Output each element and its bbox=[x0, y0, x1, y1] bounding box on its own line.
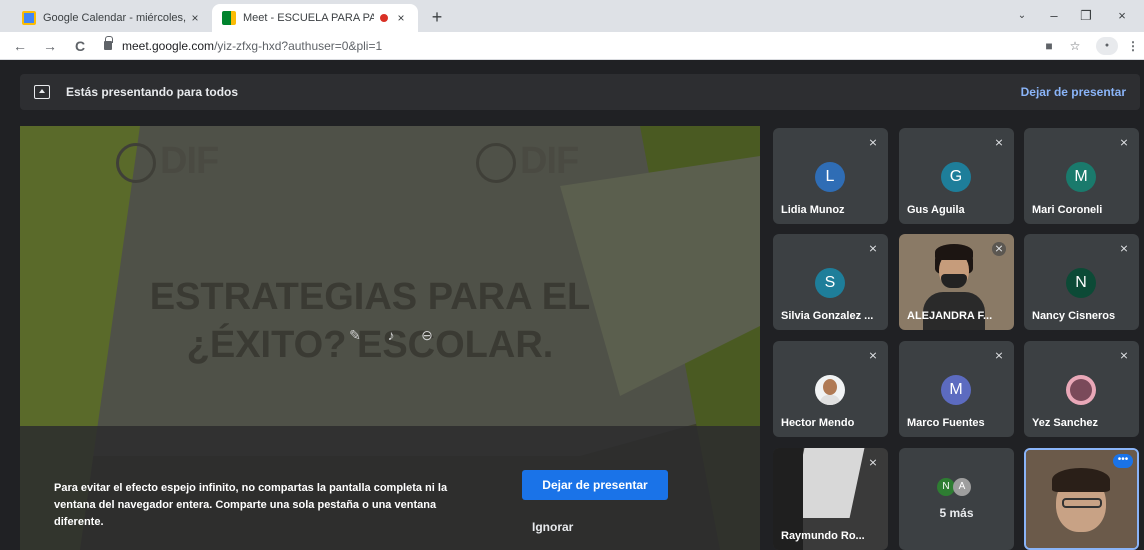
mic-off-icon: ⨯ bbox=[1119, 243, 1129, 255]
url-host: meet.google.com bbox=[122, 39, 215, 53]
pin-icon[interactable]: ✎ bbox=[346, 326, 364, 344]
participant-tile[interactable]: ⨯ S Silvia Gonzalez ... bbox=[773, 234, 888, 330]
mic-off-icon: ⨯ bbox=[1119, 137, 1129, 149]
tab-google-meet[interactable]: Meet - ESCUELA PARA PADR × bbox=[212, 4, 418, 32]
lock-icon[interactable] bbox=[104, 36, 113, 50]
participant-tile[interactable]: ⨯ Yez Sanchez bbox=[1024, 341, 1139, 437]
mic-off-icon: ⨯ bbox=[868, 243, 878, 255]
participant-name: Nancy Cisneros bbox=[1032, 310, 1116, 322]
forward-button[interactable]: → bbox=[40, 36, 60, 56]
url-path: /yiz-zfxg-hxd?authuser=0&pli=1 bbox=[214, 39, 383, 53]
camera-icon[interactable]: ■ bbox=[1040, 37, 1058, 55]
reload-button[interactable]: C bbox=[70, 36, 90, 56]
menu-icon[interactable]: ⋮ bbox=[1124, 37, 1142, 55]
slide-title-line-1: ESTRATEGIAS PARA EL bbox=[149, 276, 591, 318]
infinite-mirror-tip: Para evitar el efecto espejo infinito, n… bbox=[54, 482, 448, 528]
avatar: G bbox=[941, 162, 971, 192]
maximize-button[interactable]: ❐ bbox=[1072, 6, 1100, 26]
avatar: M bbox=[1066, 162, 1096, 192]
participant-video bbox=[935, 244, 973, 260]
participant-name: Mari Coroneli bbox=[1032, 204, 1103, 216]
participant-tile[interactable]: ⨯ N Nancy Cisneros bbox=[1024, 234, 1139, 330]
participant-video-tile[interactable]: ⨯ ALEJANDRA F... bbox=[899, 234, 1014, 330]
ignore-button[interactable]: Ignorar bbox=[532, 520, 573, 534]
shared-screen: DIF DIF ESTRATEGIAS PARA EL ¿ÉXITO? ESCO… bbox=[20, 126, 760, 550]
profile-icon[interactable]: ● bbox=[1096, 37, 1118, 55]
avatar: L bbox=[815, 162, 845, 192]
mic-off-icon: ⨯ bbox=[1119, 350, 1129, 362]
seal-icon bbox=[116, 142, 156, 183]
avatar: S bbox=[815, 268, 845, 298]
present-screen-icon bbox=[34, 85, 50, 99]
participant-name: Silvia Gonzalez ... bbox=[781, 310, 874, 322]
mic-off-icon: ⨯ bbox=[868, 457, 878, 469]
participant-name: Raymundo Ro... bbox=[781, 530, 865, 542]
tab-google-calendar[interactable]: Google Calendar - miércoles, 24 × bbox=[12, 4, 212, 32]
more-participants-avatars: N A bbox=[937, 478, 971, 496]
self-video bbox=[1052, 468, 1110, 492]
minimize-button[interactable]: – bbox=[1040, 6, 1068, 26]
participant-name: ALEJANDRA F... bbox=[907, 310, 993, 322]
participant-video bbox=[941, 274, 967, 288]
presenting-banner: Estás presentando para todos Dejar de pr… bbox=[20, 74, 1140, 110]
stop-presenting-button[interactable]: Dejar de presentar bbox=[522, 470, 668, 500]
stop-presenting-link[interactable]: Dejar de presentar bbox=[1021, 85, 1126, 99]
more-participants-tile[interactable]: N A 5 más bbox=[899, 448, 1014, 550]
participant-name: Gus Aguila bbox=[907, 204, 965, 216]
url-field[interactable]: meet.google.com/yiz-zfxg-hxd?authuser=0&… bbox=[122, 39, 382, 53]
more-participants-count: 5 más bbox=[939, 506, 974, 520]
remove-icon[interactable]: ⊖ bbox=[418, 326, 436, 344]
participant-name: Yez Sanchez bbox=[1032, 417, 1099, 429]
browser-tab-strip: Google Calendar - miércoles, 24 × Meet -… bbox=[0, 0, 1144, 32]
mic-off-icon: ⨯ bbox=[994, 137, 1004, 149]
participant-video-tile[interactable]: ⨯ Raymundo Ro... bbox=[773, 448, 888, 550]
recording-indicator-icon bbox=[380, 14, 388, 22]
tab-title: Meet - ESCUELA PARA PADR bbox=[243, 12, 374, 24]
participant-tile[interactable]: ⨯ M Marco Fuentes bbox=[899, 341, 1014, 437]
participant-tile[interactable]: ⨯ Hector Mendo bbox=[773, 341, 888, 437]
google-calendar-icon bbox=[22, 11, 36, 25]
mic-off-icon: ⨯ bbox=[994, 350, 1004, 362]
avatar-photo bbox=[1066, 375, 1096, 405]
dif-logo-left: DIF bbox=[116, 140, 219, 183]
avatar-photo bbox=[815, 375, 845, 405]
participant-tile[interactable]: ⨯ L Lidia Munoz bbox=[773, 128, 888, 224]
back-button[interactable]: ← bbox=[10, 36, 30, 56]
participant-name: Marco Fuentes bbox=[907, 417, 985, 429]
tab-search-icon[interactable]: ⌄ bbox=[1008, 6, 1036, 26]
address-bar: ← → C meet.google.com/yiz-zfxg-hxd?authu… bbox=[0, 32, 1144, 60]
tab-title: Google Calendar - miércoles, 24 bbox=[43, 12, 188, 24]
participant-name: Hector Mendo bbox=[781, 417, 855, 429]
tab-close-icon[interactable]: × bbox=[394, 11, 408, 25]
tile-hover-controls: ✎ ♪ ⊖ bbox=[346, 326, 436, 344]
star-icon[interactable]: ☆ bbox=[1066, 37, 1084, 55]
mic-off-icon: ⨯ bbox=[868, 137, 878, 149]
self-video-tile[interactable]: ••• bbox=[1024, 448, 1139, 550]
close-window-button[interactable]: × bbox=[1108, 6, 1136, 26]
new-tab-button[interactable]: + bbox=[426, 6, 448, 28]
avatar: N bbox=[1066, 268, 1096, 298]
google-meet-icon bbox=[222, 11, 236, 25]
mic-off-icon: ⨯ bbox=[992, 242, 1006, 256]
participant-tile[interactable]: ⨯ M Mari Coroneli bbox=[1024, 128, 1139, 224]
more-options-button[interactable]: ••• bbox=[1113, 454, 1133, 468]
participant-name: Lidia Munoz bbox=[781, 204, 845, 216]
participant-tile[interactable]: ⨯ G Gus Aguila bbox=[899, 128, 1014, 224]
glasses bbox=[1062, 498, 1102, 508]
avatar: M bbox=[941, 375, 971, 405]
dif-logo-right: DIF bbox=[476, 140, 579, 183]
presenting-status-text: Estás presentando para todos bbox=[66, 85, 239, 99]
tab-close-icon[interactable]: × bbox=[188, 11, 202, 25]
meet-page: Estás presentando para todos Dejar de pr… bbox=[0, 60, 1144, 550]
mute-icon[interactable]: ♪ bbox=[382, 326, 400, 344]
avatar: A bbox=[953, 478, 971, 496]
mic-off-icon: ⨯ bbox=[868, 350, 878, 362]
seal-icon bbox=[476, 142, 516, 183]
